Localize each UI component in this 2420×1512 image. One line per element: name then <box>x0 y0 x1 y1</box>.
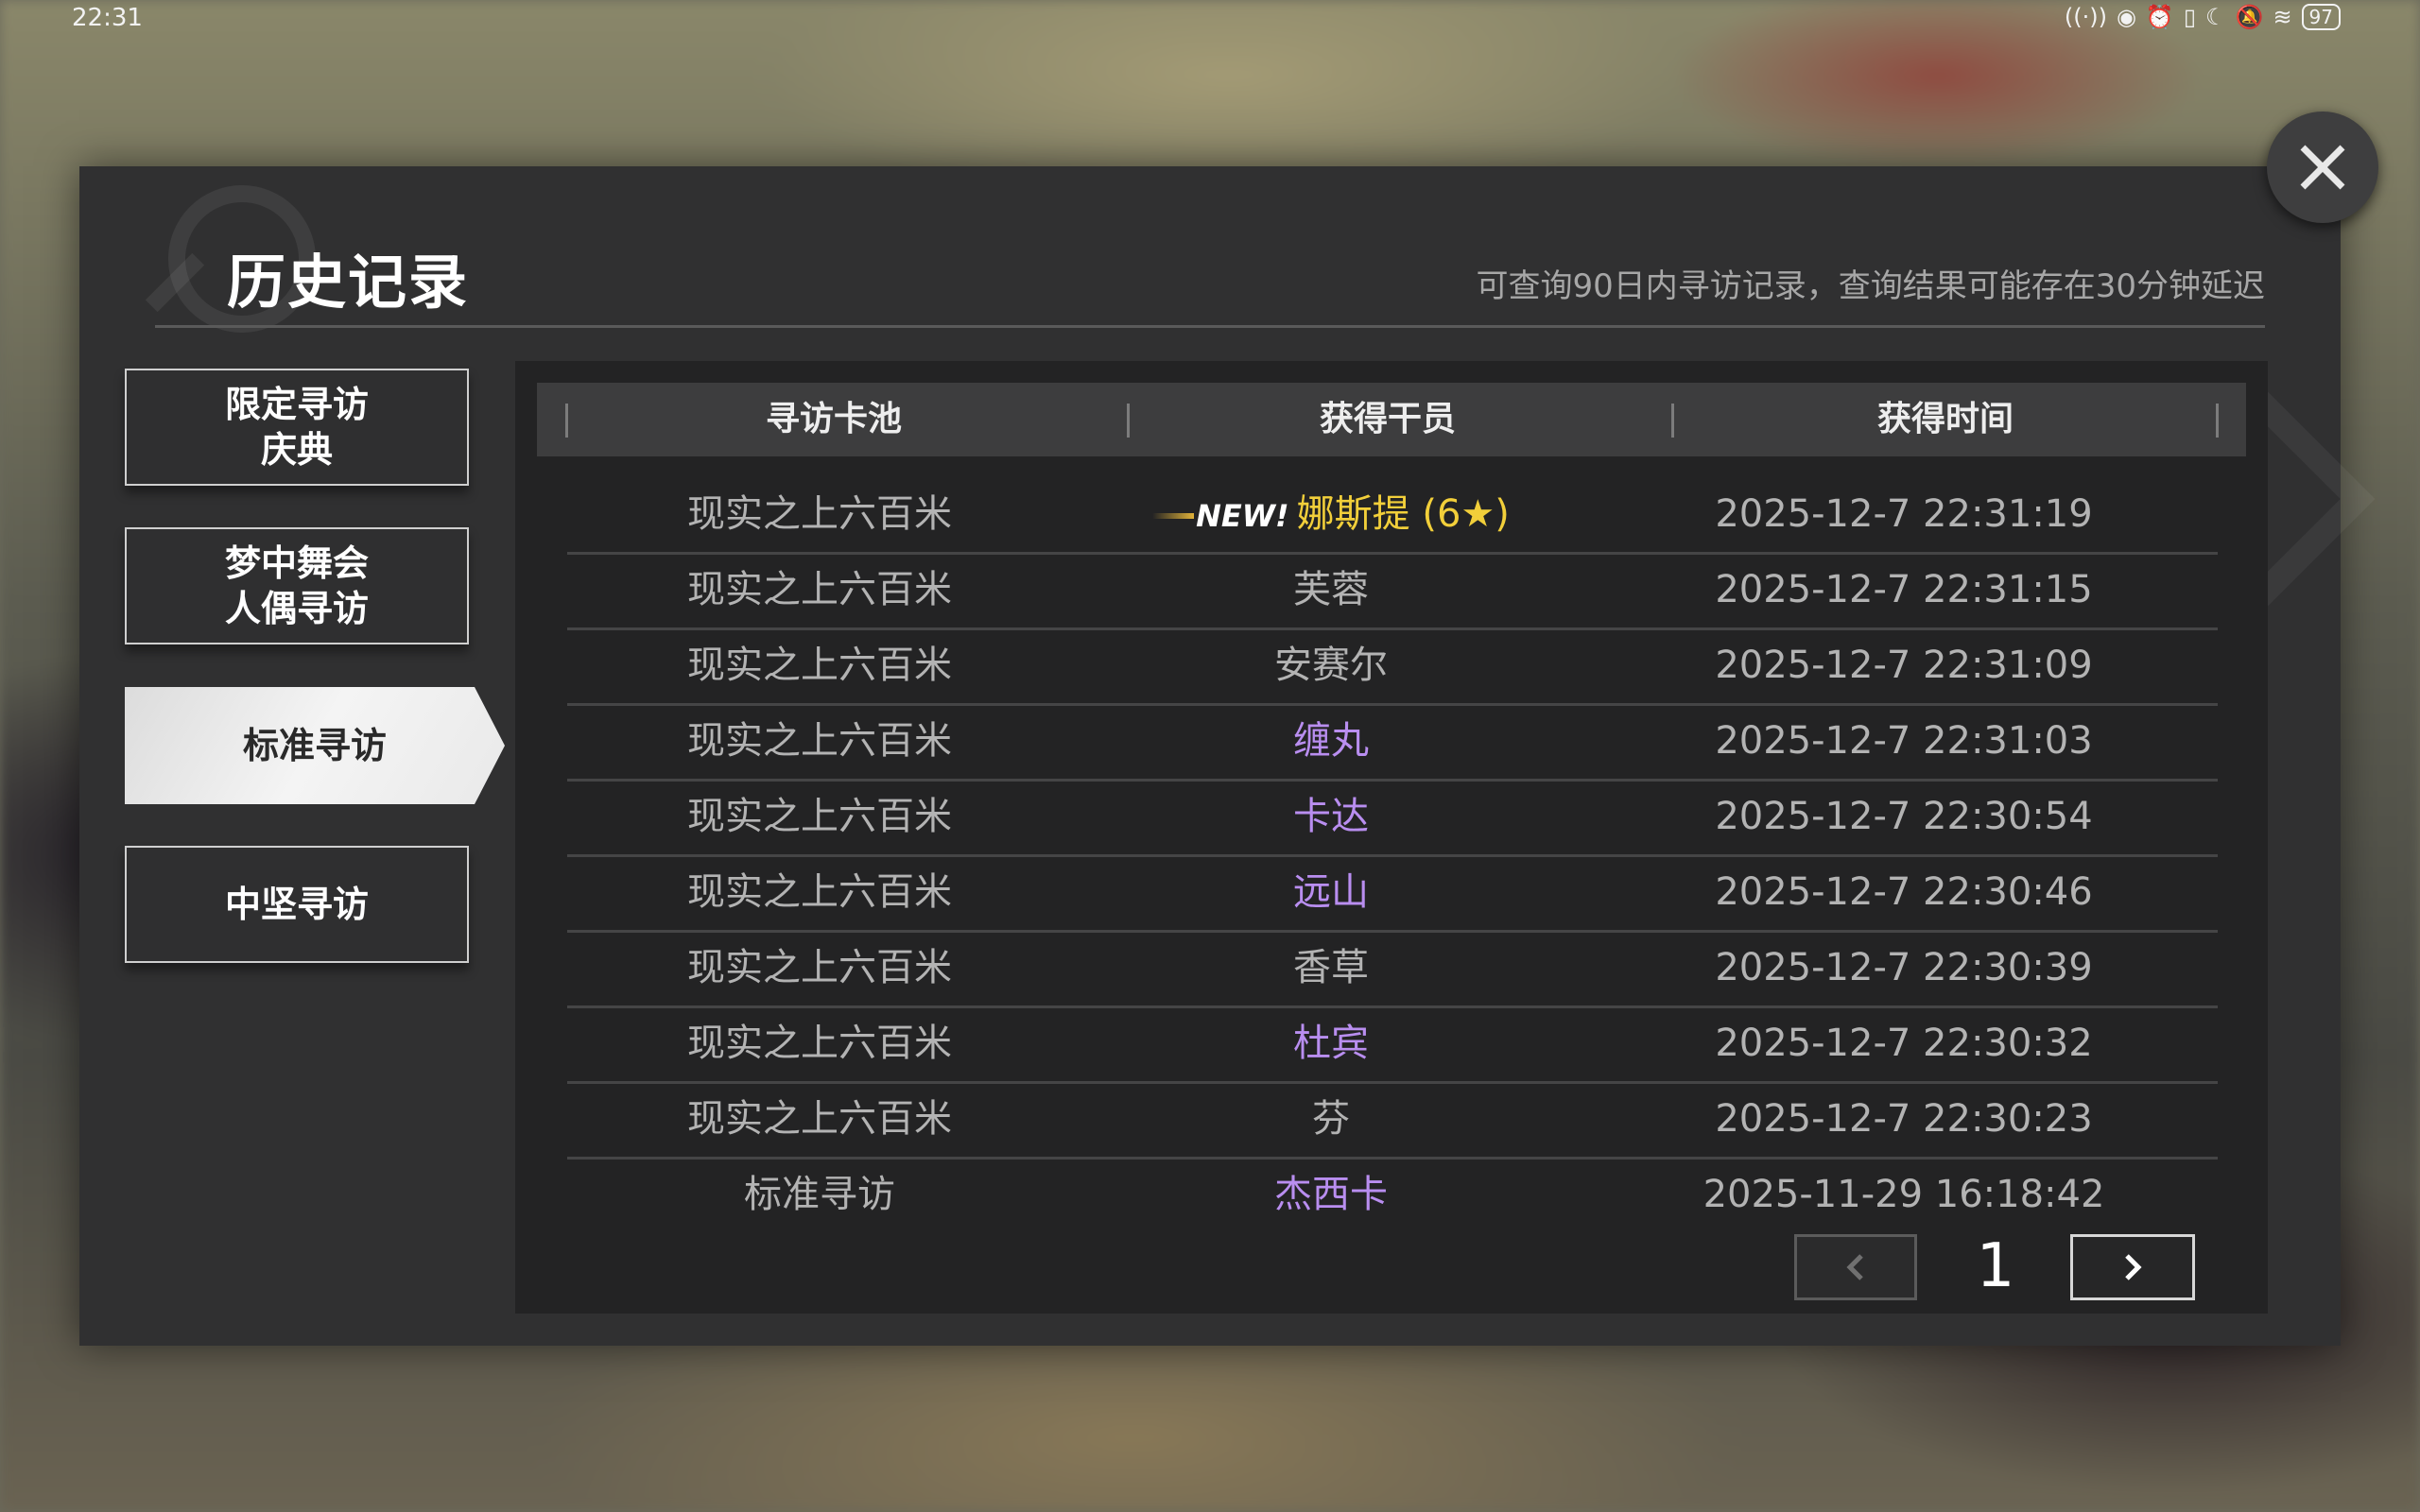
row-operator: 缠丸 <box>1072 703 1590 779</box>
row-time: 2025-12-7 22:30:23 <box>1715 1097 2093 1141</box>
sidebar-item-label: 梦中舞会 人偶寻访 <box>224 542 369 629</box>
table-header: 寻访卡池 获得干员 获得时间 <box>537 383 2246 456</box>
row-time: 2025-12-7 22:31:03 <box>1715 719 2093 763</box>
sidebar-item-label: 标准寻访 <box>242 725 387 766</box>
row-time: 2025-11-29 16:18:42 <box>1703 1173 2105 1216</box>
operator-name: 安赛尔 <box>1274 644 1388 687</box>
moon-icon: ☾ <box>2205 4 2226 30</box>
row-operator: 杰西卡 <box>1072 1157 1590 1232</box>
operator-name: 杜宾 <box>1293 1022 1369 1065</box>
operator-name: 娜斯提 (6★) <box>1296 492 1510 536</box>
table-row: 现实之上六百米 芬 2025-12-7 22:30:23 <box>567 1081 2218 1160</box>
row-pool: 现实之上六百米 <box>687 946 952 989</box>
row-operator: 芬 <box>1072 1081 1590 1157</box>
operator-name: 香草 <box>1293 946 1369 989</box>
row-operator: 卡达 <box>1072 779 1590 854</box>
row-time: 2025-12-7 22:30:32 <box>1715 1022 2093 1065</box>
operator-name: 芬 <box>1312 1097 1350 1141</box>
row-operator: 香草 <box>1072 930 1590 1005</box>
row-pool: 现实之上六百米 <box>687 492 952 536</box>
table-row: 现实之上六百米 远山 2025-12-7 22:30:46 <box>567 854 2218 933</box>
row-time: 2025-12-7 22:31:19 <box>1715 492 2093 536</box>
operator-name: 芙蓉 <box>1293 568 1369 611</box>
close-icon <box>2300 145 2345 190</box>
table-row: 现实之上六百米 NEW! 娜斯提 (6★) 2025-12-7 22:31:19 <box>567 476 2218 555</box>
row-pool: 现实之上六百米 <box>687 644 952 687</box>
page-prev-button[interactable] <box>1794 1234 1917 1300</box>
vibrate-icon: ▯ <box>2183 4 2197 30</box>
row-operator: 芙蓉 <box>1072 552 1590 627</box>
sidebar-item-core[interactable]: 中坚寻访 <box>125 846 469 963</box>
chevron-right-icon <box>2125 1254 2142 1280</box>
mute-icon: 🔕 <box>2235 4 2264 30</box>
title-divider <box>155 325 2265 328</box>
table-row: 现实之上六百米 缠丸 2025-12-7 22:31:03 <box>567 703 2218 782</box>
header-time: 获得时间 <box>1876 400 2014 438</box>
system-status-bar: 22:31 ((·)) ◉ ⏰ ▯ ☾ 🔕 ≋ 97 <box>0 0 2420 38</box>
operator-name: 缠丸 <box>1293 719 1369 763</box>
new-badge: NEW! <box>1196 498 1289 534</box>
row-pool: 现实之上六百米 <box>687 795 952 838</box>
close-button[interactable] <box>2267 112 2378 223</box>
row-time: 2025-12-7 22:30:46 <box>1715 870 2093 914</box>
row-operator: 远山 <box>1072 854 1590 930</box>
row-pool: 现实之上六百米 <box>687 719 952 763</box>
operator-name: 远山 <box>1293 870 1369 914</box>
new-streak-decoration <box>1152 513 1195 519</box>
status-time: 22:31 <box>72 4 143 32</box>
wifi-icon: ≋ <box>2273 4 2292 30</box>
row-time: 2025-12-7 22:30:39 <box>1715 946 2093 989</box>
table-row: 现实之上六百米 杜宾 2025-12-7 22:30:32 <box>567 1005 2218 1084</box>
sidebar-item-standard[interactable]: 标准寻访 <box>125 687 505 804</box>
header-separator <box>2216 404 2219 438</box>
row-time: 2025-12-7 22:30:54 <box>1715 795 2093 838</box>
row-pool: 标准寻访 <box>744 1173 895 1216</box>
status-icons: ((·)) ◉ ⏰ ▯ ☾ 🔕 ≋ 97 <box>2065 4 2341 30</box>
page-next-button[interactable] <box>2070 1234 2195 1300</box>
eye-icon: ◉ <box>2116 4 2136 30</box>
row-operator: NEW! 娜斯提 (6★) <box>1072 476 1590 552</box>
table-row: 标准寻访 杰西卡 2025-11-29 16:18:42 <box>567 1157 2218 1232</box>
row-pool: 现实之上六百米 <box>687 568 952 611</box>
header-pool: 寻访卡池 <box>765 400 902 438</box>
row-time: 2025-12-7 22:31:09 <box>1715 644 2093 687</box>
chevron-left-icon <box>1846 1254 1863 1280</box>
sidebar-item-dream-ball[interactable]: 梦中舞会 人偶寻访 <box>125 527 469 644</box>
row-pool: 现实之上六百米 <box>687 870 952 914</box>
table-row: 现实之上六百米 芙蓉 2025-12-7 22:31:15 <box>567 552 2218 630</box>
row-pool: 现实之上六百米 <box>687 1097 952 1141</box>
alarm-icon: ⏰ <box>2145 4 2174 30</box>
row-time: 2025-12-7 22:31:15 <box>1715 568 2093 611</box>
table-row: 现实之上六百米 香草 2025-12-7 22:30:39 <box>567 930 2218 1008</box>
page-number: 1 <box>1976 1231 2015 1301</box>
header-operator: 获得干员 <box>1319 400 1456 438</box>
battery-icon: 97 <box>2301 4 2341 30</box>
sidebar-item-limited[interactable]: 限定寻访 庆典 <box>125 369 469 486</box>
dialog-subtitle: 可查询90日内寻访记录，查询结果可能存在30分钟延迟 <box>1476 267 2265 305</box>
operator-name: 杰西卡 <box>1274 1173 1388 1216</box>
nfc-icon: ((·)) <box>2064 4 2107 30</box>
sidebar-item-label: 限定寻访 庆典 <box>224 384 369 471</box>
table-row: 现实之上六百米 安赛尔 2025-12-7 22:31:09 <box>567 627 2218 706</box>
row-pool: 现实之上六百米 <box>687 1022 952 1065</box>
operator-name: 卡达 <box>1293 795 1369 838</box>
table-row: 现实之上六百米 卡达 2025-12-7 22:30:54 <box>567 779 2218 857</box>
dialog-title: 历史记录 <box>227 248 470 317</box>
row-operator: 杜宾 <box>1072 1005 1590 1081</box>
row-operator: 安赛尔 <box>1072 627 1590 703</box>
sidebar-item-label: 中坚寻访 <box>224 884 369 925</box>
